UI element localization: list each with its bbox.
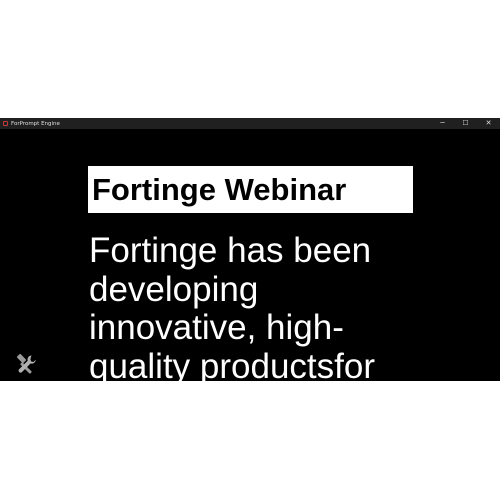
close-button[interactable]: ✕ (477, 118, 500, 129)
slide-heading: Fortinge Webinar (92, 171, 347, 207)
app-window: ForPrompt Engine ─ ☐ ✕ Fortinge Webinar … (0, 118, 500, 381)
title-bar[interactable]: ForPrompt Engine ─ ☐ ✕ (0, 118, 500, 129)
slide-content: Fortinge Webinar Fortinge has been devel… (0, 129, 500, 381)
slide-heading-box: Fortinge Webinar (88, 166, 413, 213)
app-icon (3, 121, 8, 126)
minimize-button[interactable]: ─ (431, 118, 454, 129)
tools-icon (16, 353, 36, 374)
tools-button[interactable] (14, 353, 38, 377)
slide-body-text: Fortinge has been developing innovative,… (89, 231, 375, 381)
maximize-button[interactable]: ☐ (454, 118, 477, 129)
window-title: ForPrompt Engine (11, 120, 60, 127)
maximize-icon: ☐ (462, 119, 469, 127)
close-icon: ✕ (485, 119, 492, 127)
window-controls: ─ ☐ ✕ (431, 118, 500, 129)
minimize-icon: ─ (440, 119, 445, 127)
